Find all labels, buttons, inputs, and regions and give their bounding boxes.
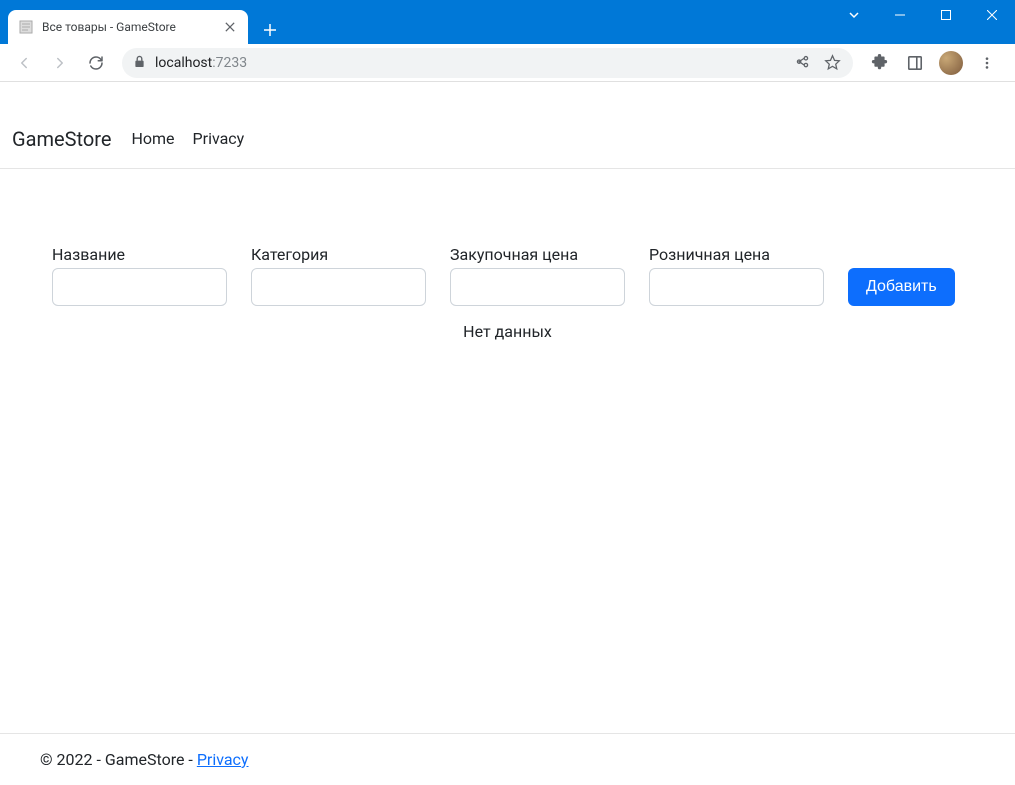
nav-home[interactable]: Home [131,129,174,148]
reload-button[interactable] [80,47,112,79]
footer-privacy-link[interactable]: Privacy [197,750,249,769]
tab-title: Все товары - GameStore [42,20,214,34]
site-header: GameStore Home Privacy [0,109,1015,169]
url-host: localhost [155,55,212,71]
filter-purchase-price: Закупочная цена [450,245,625,306]
filter-category-label: Категория [251,245,426,264]
forward-button[interactable] [44,47,76,79]
filter-retail-price-label: Розничная цена [649,245,824,264]
footer-text: © 2022 - GameStore - [40,750,197,769]
filter-category-input[interactable] [251,268,426,306]
filter-name-input[interactable] [52,268,227,306]
filter-purchase-price-input[interactable] [450,268,625,306]
tabs-dropdown-icon[interactable] [831,0,877,30]
site-footer: © 2022 - GameStore - Privacy [0,733,1015,785]
profile-avatar[interactable] [935,47,967,79]
filter-name: Название [52,245,227,306]
extensions-icon[interactable] [863,47,895,79]
sidepanel-icon[interactable] [899,47,931,79]
back-button[interactable] [8,47,40,79]
filter-category: Категория [251,245,426,306]
brand-link[interactable]: GameStore [12,127,111,151]
filter-row: Название Категория Закупочная цена Розни… [52,245,963,306]
nav-privacy[interactable]: Privacy [193,129,245,148]
filter-retail-price: Розничная цена [649,245,824,306]
address-bar[interactable]: localhost:7233 [122,48,853,78]
no-data-message: Нет данных [52,322,963,341]
bookmark-star-icon[interactable] [823,54,841,72]
page-content: GameStore Home Privacy Название Категори… [0,82,1015,785]
url-text: localhost:7233 [155,55,247,71]
menu-icon[interactable] [971,47,1003,79]
avatar-icon [939,51,963,75]
maximize-button[interactable] [923,0,969,30]
close-window-button[interactable] [969,0,1015,30]
minimize-button[interactable] [877,0,923,30]
lock-icon [134,55,145,71]
add-button[interactable]: Добавить [848,268,955,306]
url-port: :7233 [212,55,247,71]
window-controls [831,0,1015,30]
tab-favicon-icon [18,19,34,35]
filter-retail-price-input[interactable] [649,268,824,306]
tab-close-icon[interactable] [222,19,238,35]
share-icon[interactable] [793,54,811,72]
filter-name-label: Название [52,245,227,264]
browser-titlebar: Все товары - GameStore [0,0,1015,44]
filter-purchase-price-label: Закупочная цена [450,245,625,264]
browser-tab[interactable]: Все товары - GameStore [8,10,248,44]
site-navbar: GameStore Home Privacy [0,109,1015,168]
main-content: Название Категория Закупочная цена Розни… [0,169,1015,733]
new-tab-button[interactable] [256,16,284,44]
tab-strip: Все товары - GameStore [0,0,284,44]
address-bar-row: localhost:7233 [0,44,1015,82]
